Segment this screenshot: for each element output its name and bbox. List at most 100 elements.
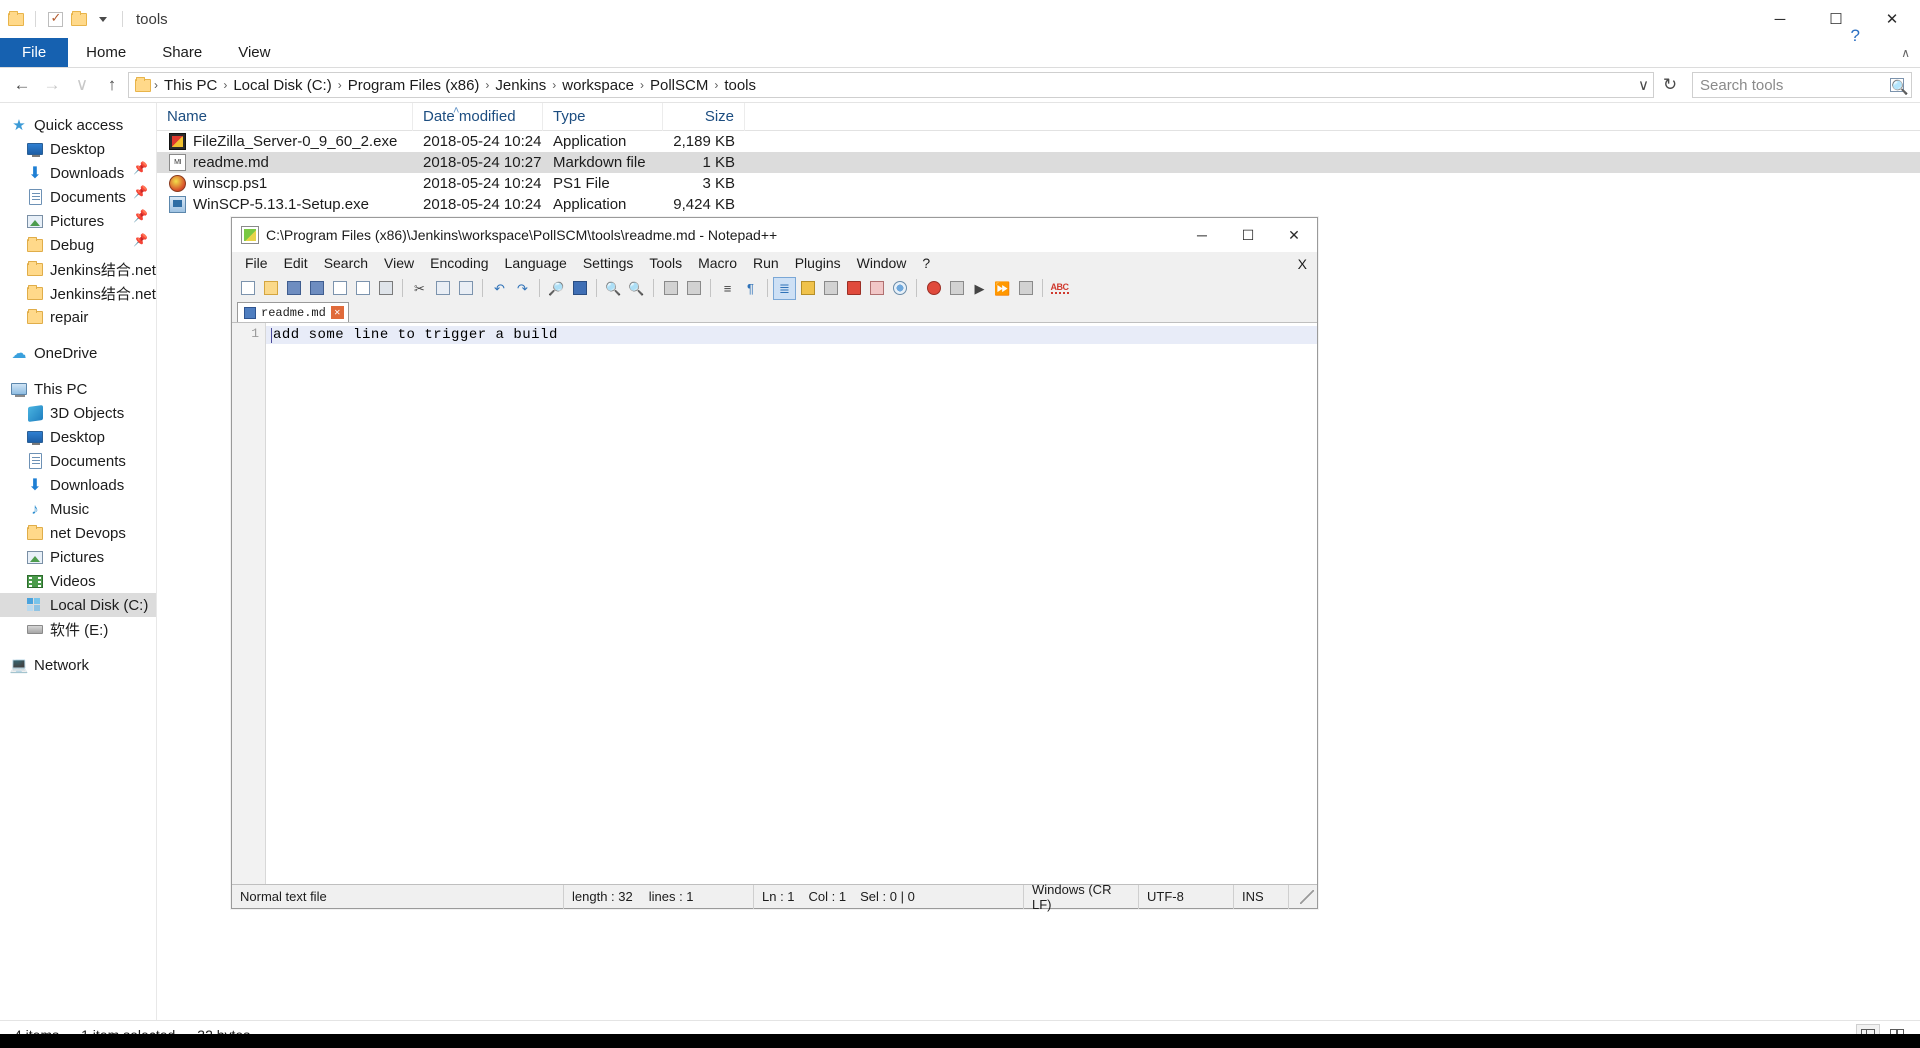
- breadcrumb-pollscm[interactable]: PollSCM: [645, 77, 713, 94]
- macro-play-icon[interactable]: ▶: [969, 278, 990, 299]
- address-field[interactable]: › This PC › Local Disk (C:) › Program Fi…: [128, 72, 1654, 98]
- folder-icon[interactable]: [6, 9, 26, 29]
- sidebar-item-music[interactable]: ♪ Music: [0, 497, 156, 521]
- undo-icon[interactable]: ↶: [489, 278, 510, 299]
- forward-button[interactable]: →: [38, 72, 66, 98]
- column-header-name[interactable]: Name: [157, 102, 413, 131]
- sync-vertical-icon[interactable]: [660, 278, 681, 299]
- save-icon[interactable]: [283, 278, 304, 299]
- npp-maximize-button[interactable]: ☐: [1225, 218, 1271, 252]
- sidebar-item-downloads[interactable]: ⬇ Downloads: [0, 161, 156, 185]
- sidebar-item-quick-access[interactable]: ★ Quick access: [0, 113, 156, 137]
- sidebar-item-onedrive[interactable]: ☁ OneDrive: [0, 341, 156, 365]
- close-document-button[interactable]: X: [1298, 256, 1307, 272]
- cut-icon[interactable]: ✂: [409, 278, 430, 299]
- breadcrumb-this-pc[interactable]: This PC: [159, 77, 222, 94]
- sidebar-item-local-disk-c[interactable]: Local Disk (C:): [0, 593, 156, 617]
- properties-icon[interactable]: [45, 9, 65, 29]
- breadcrumb-program-files[interactable]: Program Files (x86): [343, 77, 485, 94]
- menu-window[interactable]: Window: [849, 253, 915, 274]
- menu-search[interactable]: Search: [316, 253, 376, 274]
- back-button[interactable]: ←: [8, 72, 36, 98]
- zoom-in-icon[interactable]: 🔍: [603, 278, 624, 299]
- search-input[interactable]: Search tools 🔍: [1692, 72, 1912, 98]
- sync-horizontal-icon[interactable]: [683, 278, 704, 299]
- sidebar-item-debug[interactable]: Debug: [0, 233, 156, 257]
- close-all-icon[interactable]: [352, 278, 373, 299]
- close-button[interactable]: ✕: [1864, 0, 1920, 38]
- sidebar-item-pictures[interactable]: Pictures: [0, 209, 156, 233]
- new-folder-icon[interactable]: [69, 9, 89, 29]
- macro-playback-icon[interactable]: ⏩: [992, 278, 1013, 299]
- column-header-type[interactable]: Type: [543, 102, 663, 131]
- chevron-down-icon[interactable]: ∨: [1638, 76, 1649, 94]
- sidebar-item-repair[interactable]: repair: [0, 305, 156, 329]
- sidebar-item-network[interactable]: 💻 Network: [0, 653, 156, 677]
- menu-plugins[interactable]: Plugins: [787, 253, 849, 274]
- sidebar-item-net-devops[interactable]: net Devops: [0, 521, 156, 545]
- all-chars-icon[interactable]: ¶: [740, 278, 761, 299]
- table-row[interactable]: MI readme.md 2018-05-24 10:27 Markdown f…: [157, 152, 1920, 173]
- menu-settings[interactable]: Settings: [575, 253, 642, 274]
- customize-caret-icon[interactable]: [93, 9, 113, 29]
- indent-guide-icon[interactable]: ≣: [773, 276, 796, 300]
- column-header-date[interactable]: Date modified: [413, 102, 543, 131]
- menu-run[interactable]: Run: [745, 253, 787, 274]
- table-row[interactable]: winscp.ps1 2018-05-24 10:24 PS1 File 3 K…: [157, 173, 1920, 194]
- ribbon-tab-share[interactable]: Share: [144, 38, 220, 67]
- taskbar[interactable]: [0, 1034, 1920, 1048]
- ribbon-tab-home[interactable]: Home: [68, 38, 144, 67]
- ribbon-tab-file[interactable]: File: [0, 38, 69, 67]
- refresh-button[interactable]: ↻: [1656, 72, 1684, 98]
- sidebar-item-documents[interactable]: Documents: [0, 185, 156, 209]
- close-icon[interactable]: ✕: [330, 306, 344, 319]
- code-area[interactable]: add some line to trigger a build: [266, 323, 1317, 884]
- menu-language[interactable]: Language: [497, 253, 575, 274]
- spellcheck-icon[interactable]: ABC: [1049, 278, 1070, 299]
- document-map-icon[interactable]: [820, 278, 841, 299]
- table-row[interactable]: WinSCP-5.13.1-Setup.exe 2018-05-24 10:24…: [157, 194, 1920, 215]
- menu-tools[interactable]: Tools: [641, 253, 690, 274]
- recent-locations-button[interactable]: ∨: [68, 72, 96, 98]
- chevron-up-icon[interactable]: ∧: [1901, 46, 1910, 60]
- ribbon-tab-view[interactable]: View: [220, 38, 288, 67]
- code-line[interactable]: add some line to trigger a build: [266, 326, 1317, 344]
- menu-view[interactable]: View: [376, 253, 422, 274]
- table-row[interactable]: FileZilla_Server-0_9_60_2.exe 2018-05-24…: [157, 131, 1920, 152]
- column-header-size[interactable]: Size: [663, 102, 745, 131]
- find-icon[interactable]: 🔎: [546, 278, 567, 299]
- breadcrumb-local-disk[interactable]: Local Disk (C:): [228, 77, 336, 94]
- minimize-button[interactable]: ─: [1752, 0, 1808, 38]
- replace-icon[interactable]: [569, 278, 590, 299]
- sidebar-item-jenkins-net-1[interactable]: Jenkins结合.net平: [0, 257, 156, 281]
- menu-macro[interactable]: Macro: [690, 253, 745, 274]
- breadcrumb-jenkins[interactable]: Jenkins: [490, 77, 551, 94]
- word-wrap-icon[interactable]: ≡: [717, 278, 738, 299]
- sidebar-item-downloads-pc[interactable]: ⬇ Downloads: [0, 473, 156, 497]
- new-icon[interactable]: [237, 278, 258, 299]
- sidebar-item-3d-objects[interactable]: 3D Objects: [0, 401, 156, 425]
- menu-edit[interactable]: Edit: [276, 253, 316, 274]
- open-icon[interactable]: [260, 278, 281, 299]
- npp-close-button[interactable]: ✕: [1271, 218, 1317, 252]
- menu-file[interactable]: File: [237, 253, 276, 274]
- sidebar-item-videos[interactable]: Videos: [0, 569, 156, 593]
- sidebar-item-software-e[interactable]: 软件 (E:): [0, 617, 156, 641]
- menu-help[interactable]: ?: [914, 253, 938, 274]
- sidebar-item-desktop-pc[interactable]: Desktop: [0, 425, 156, 449]
- function-list-icon[interactable]: [843, 278, 864, 299]
- save-all-icon[interactable]: [306, 278, 327, 299]
- sidebar-item-pictures-pc[interactable]: Pictures: [0, 545, 156, 569]
- folder-workspace-icon[interactable]: [866, 278, 887, 299]
- close-icon[interactable]: [329, 278, 350, 299]
- breadcrumb-workspace[interactable]: workspace: [557, 77, 639, 94]
- redo-icon[interactable]: ↷: [512, 278, 533, 299]
- macro-stop-icon[interactable]: [946, 278, 967, 299]
- search-icon[interactable]: 🔍: [1890, 78, 1908, 95]
- npp-minimize-button[interactable]: ─: [1179, 218, 1225, 252]
- breadcrumb-tools[interactable]: tools: [719, 77, 761, 94]
- macro-record-icon[interactable]: [923, 278, 944, 299]
- zoom-out-icon[interactable]: 🔍: [626, 278, 647, 299]
- monitor-icon[interactable]: [889, 278, 910, 299]
- print-icon[interactable]: [375, 278, 396, 299]
